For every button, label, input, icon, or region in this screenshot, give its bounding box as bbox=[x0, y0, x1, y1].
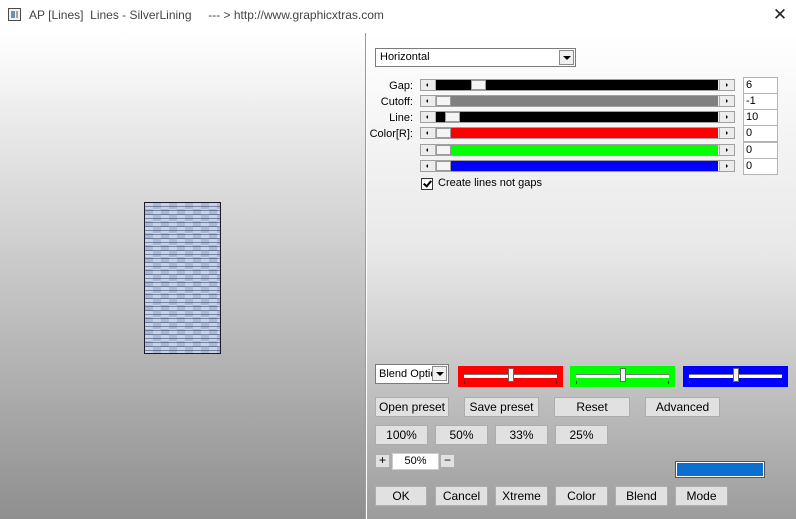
create-lines-label: Create lines not gaps bbox=[438, 177, 542, 189]
slider-thumb[interactable] bbox=[619, 368, 626, 382]
slider-thumb[interactable] bbox=[436, 96, 451, 106]
ok-button[interactable]: OK bbox=[375, 486, 427, 506]
direction-dropdown[interactable]: Horizontal bbox=[375, 48, 576, 67]
create-lines-checkbox[interactable] bbox=[421, 178, 433, 190]
arrow-right-icon[interactable] bbox=[719, 161, 734, 171]
slider-thumb[interactable] bbox=[732, 368, 739, 382]
zoom-value-field[interactable]: 50% bbox=[392, 453, 439, 470]
zoom-50-button[interactable]: 50% bbox=[435, 425, 488, 445]
gap-slider[interactable] bbox=[420, 79, 735, 91]
cutoff-value-field[interactable]: -1 bbox=[743, 93, 778, 110]
arrow-right-icon[interactable] bbox=[719, 96, 734, 106]
title-bar: AP [Lines] Lines - SilverLining --- > ht… bbox=[0, 0, 796, 31]
cutoff-slider[interactable] bbox=[420, 95, 735, 107]
slider-track bbox=[436, 112, 718, 122]
save-preset-button[interactable]: Save preset bbox=[464, 397, 539, 417]
preview-image bbox=[144, 202, 221, 354]
chevron-down-icon[interactable] bbox=[559, 50, 574, 65]
xtreme-button[interactable]: Xtreme bbox=[495, 486, 548, 506]
arrow-left-icon[interactable] bbox=[421, 145, 436, 155]
color-blue-value-field[interactable]: 0 bbox=[743, 158, 778, 175]
blend-options-dropdown[interactable]: Blend Options bbox=[375, 364, 449, 384]
blend-button[interactable]: Blend bbox=[615, 486, 668, 506]
arrow-left-icon[interactable] bbox=[421, 80, 436, 90]
zoom-out-button[interactable]: − bbox=[440, 454, 455, 468]
arrow-left-icon[interactable] bbox=[421, 161, 436, 171]
slider-thumb[interactable] bbox=[436, 161, 451, 171]
line-label: Line: bbox=[389, 112, 413, 124]
color-green-slider[interactable] bbox=[420, 144, 735, 156]
arrow-right-icon[interactable] bbox=[719, 112, 734, 122]
arrow-left-icon[interactable] bbox=[421, 128, 436, 138]
arrow-left-icon[interactable] bbox=[421, 96, 436, 106]
green-blend-slider[interactable] bbox=[570, 366, 675, 387]
chevron-down-icon[interactable] bbox=[432, 366, 447, 381]
mode-button[interactable]: Mode bbox=[675, 486, 728, 506]
slider-track bbox=[436, 145, 718, 155]
arrow-left-icon[interactable] bbox=[421, 112, 436, 122]
slider-thumb[interactable] bbox=[507, 368, 514, 382]
cutoff-label: Cutoff: bbox=[380, 96, 413, 108]
arrow-right-icon[interactable] bbox=[719, 128, 734, 138]
slider-thumb[interactable] bbox=[445, 112, 461, 122]
zoom-33-button[interactable]: 33% bbox=[495, 425, 548, 445]
slider-track bbox=[436, 128, 718, 138]
line-slider[interactable] bbox=[420, 111, 735, 123]
color-red-label: Color[R]: bbox=[369, 128, 413, 140]
reset-button[interactable]: Reset bbox=[554, 397, 630, 417]
color-blue-slider[interactable] bbox=[420, 160, 735, 172]
gap-label: Gap: bbox=[389, 80, 413, 92]
color-red-value-field[interactable]: 0 bbox=[743, 125, 778, 142]
slider-track bbox=[436, 161, 718, 171]
red-blend-slider[interactable] bbox=[458, 366, 563, 387]
advanced-button[interactable]: Advanced bbox=[645, 397, 720, 417]
slider-thumb[interactable] bbox=[436, 128, 451, 138]
color-swatch[interactable] bbox=[675, 461, 765, 478]
blend-options-value: Blend Options bbox=[379, 368, 435, 380]
blue-blend-slider[interactable] bbox=[683, 366, 788, 387]
arrow-right-icon[interactable] bbox=[719, 145, 734, 155]
preview-pane bbox=[0, 33, 366, 519]
window-title: AP [Lines] Lines - SilverLining --- > ht… bbox=[29, 8, 384, 22]
cancel-button[interactable]: Cancel bbox=[435, 486, 488, 506]
line-value-field[interactable]: 10 bbox=[743, 109, 778, 126]
open-preset-button[interactable]: Open preset bbox=[375, 397, 449, 417]
close-icon[interactable]: ✕ bbox=[768, 3, 792, 27]
slider-thumb[interactable] bbox=[470, 80, 486, 90]
slider-track bbox=[436, 96, 718, 106]
arrow-right-icon[interactable] bbox=[719, 80, 734, 90]
slider-thumb[interactable] bbox=[436, 145, 451, 155]
color-button[interactable]: Color bbox=[555, 486, 608, 506]
zoom-in-button[interactable]: + bbox=[375, 454, 390, 468]
gap-value-field[interactable]: 6 bbox=[743, 77, 778, 94]
color-green-value-field[interactable]: 0 bbox=[743, 142, 778, 159]
zoom-25-button[interactable]: 25% bbox=[555, 425, 608, 445]
zoom-100-button[interactable]: 100% bbox=[375, 425, 428, 445]
direction-value: Horizontal bbox=[380, 51, 430, 63]
app-icon bbox=[8, 8, 21, 21]
color-red-slider[interactable] bbox=[420, 127, 735, 139]
